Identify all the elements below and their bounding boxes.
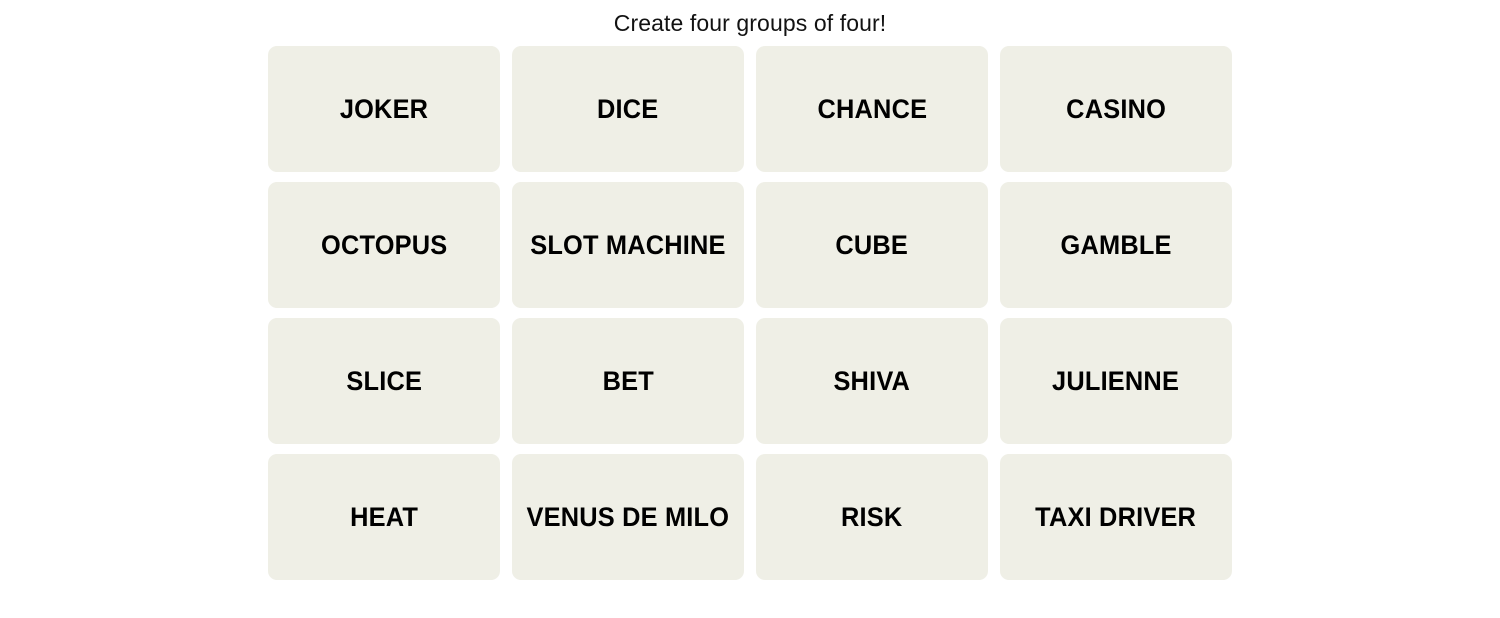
puzzle-tile[interactable]: SLOT MACHINE bbox=[512, 182, 744, 308]
puzzle-tile[interactable]: JOKER bbox=[268, 46, 500, 172]
puzzle-tile[interactable]: SLICE bbox=[268, 318, 500, 444]
puzzle-tile-label: VENUS DE MILO bbox=[526, 501, 730, 532]
puzzle-tile-label: JULIENNE bbox=[1052, 365, 1180, 396]
puzzle-tile-label: SLOT MACHINE bbox=[530, 229, 726, 260]
puzzle-tile-label: BET bbox=[602, 365, 654, 396]
puzzle-tile-label: OCTOPUS bbox=[320, 229, 448, 260]
puzzle-tile[interactable]: VENUS DE MILO bbox=[512, 454, 744, 580]
puzzle-tile[interactable]: OCTOPUS bbox=[268, 182, 500, 308]
puzzle-tile-label: DICE bbox=[597, 93, 659, 124]
puzzle-tile-label: SHIVA bbox=[833, 365, 911, 396]
puzzle-tile[interactable]: RISK bbox=[756, 454, 988, 580]
puzzle-tile[interactable]: GAMBLE bbox=[1000, 182, 1232, 308]
puzzle-tile[interactable]: CUBE bbox=[756, 182, 988, 308]
puzzle-tile[interactable]: JULIENNE bbox=[1000, 318, 1232, 444]
puzzle-tile-grid: JOKER DICE CHANCE CASINO OCTOPUS SLOT MA… bbox=[268, 46, 1232, 580]
puzzle-tile[interactable]: TAXI DRIVER bbox=[1000, 454, 1232, 580]
puzzle-tile-label: SLICE bbox=[346, 365, 422, 396]
puzzle-tile[interactable]: HEAT bbox=[268, 454, 500, 580]
puzzle-tile[interactable]: DICE bbox=[512, 46, 744, 172]
puzzle-tile[interactable]: SHIVA bbox=[756, 318, 988, 444]
puzzle-tile[interactable]: CHANCE bbox=[756, 46, 988, 172]
puzzle-tile-label: RISK bbox=[841, 501, 903, 532]
puzzle-tile-label: CASINO bbox=[1066, 93, 1166, 124]
puzzle-tile-label: CHANCE bbox=[817, 93, 927, 124]
puzzle-tile-label: CUBE bbox=[835, 229, 909, 260]
puzzle-tile-label: GAMBLE bbox=[1060, 229, 1172, 260]
puzzle-tile[interactable]: CASINO bbox=[1000, 46, 1232, 172]
puzzle-tile-label: HEAT bbox=[350, 501, 418, 532]
puzzle-tile[interactable]: BET bbox=[512, 318, 744, 444]
page-title: Create four groups of four! bbox=[613, 9, 887, 36]
puzzle-page: Create four groups of four! JOKER DICE C… bbox=[0, 0, 1500, 618]
puzzle-tile-label: JOKER bbox=[339, 93, 429, 124]
puzzle-tile-label: TAXI DRIVER bbox=[1035, 501, 1197, 532]
